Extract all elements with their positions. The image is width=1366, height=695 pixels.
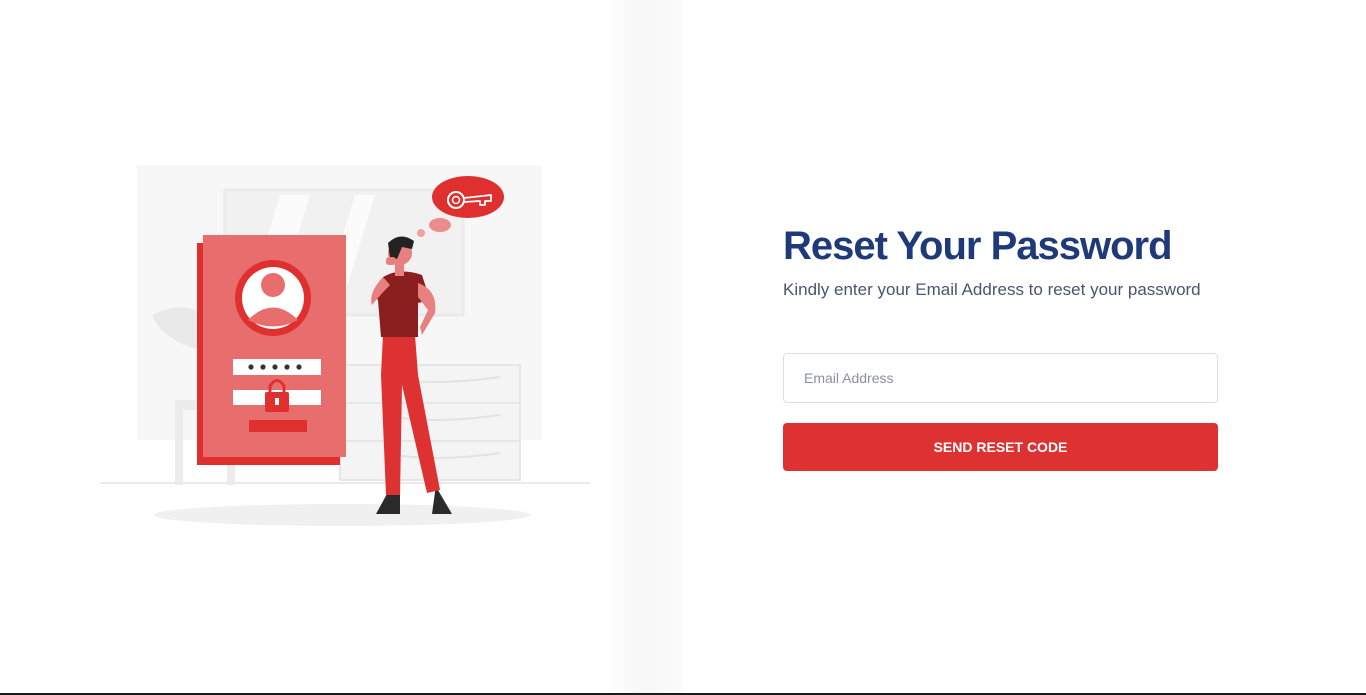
- reset-password-illustration: [100, 165, 590, 526]
- reset-form-panel: Reset Your Password Kindly enter your Em…: [683, 0, 1366, 693]
- reset-password-page: ●●●●● Reset Your Password Kindly enter y…: [0, 0, 1366, 695]
- login-card-illustration: [197, 235, 346, 465]
- send-reset-code-button[interactable]: SEND RESET CODE: [783, 423, 1218, 471]
- illustration-panel: ●●●●●: [0, 0, 683, 693]
- page-subtitle: Kindly enter your Email Address to reset…: [783, 280, 1201, 299]
- page-title: Reset Your Password: [783, 224, 1173, 268]
- email-address-input[interactable]: [783, 353, 1218, 403]
